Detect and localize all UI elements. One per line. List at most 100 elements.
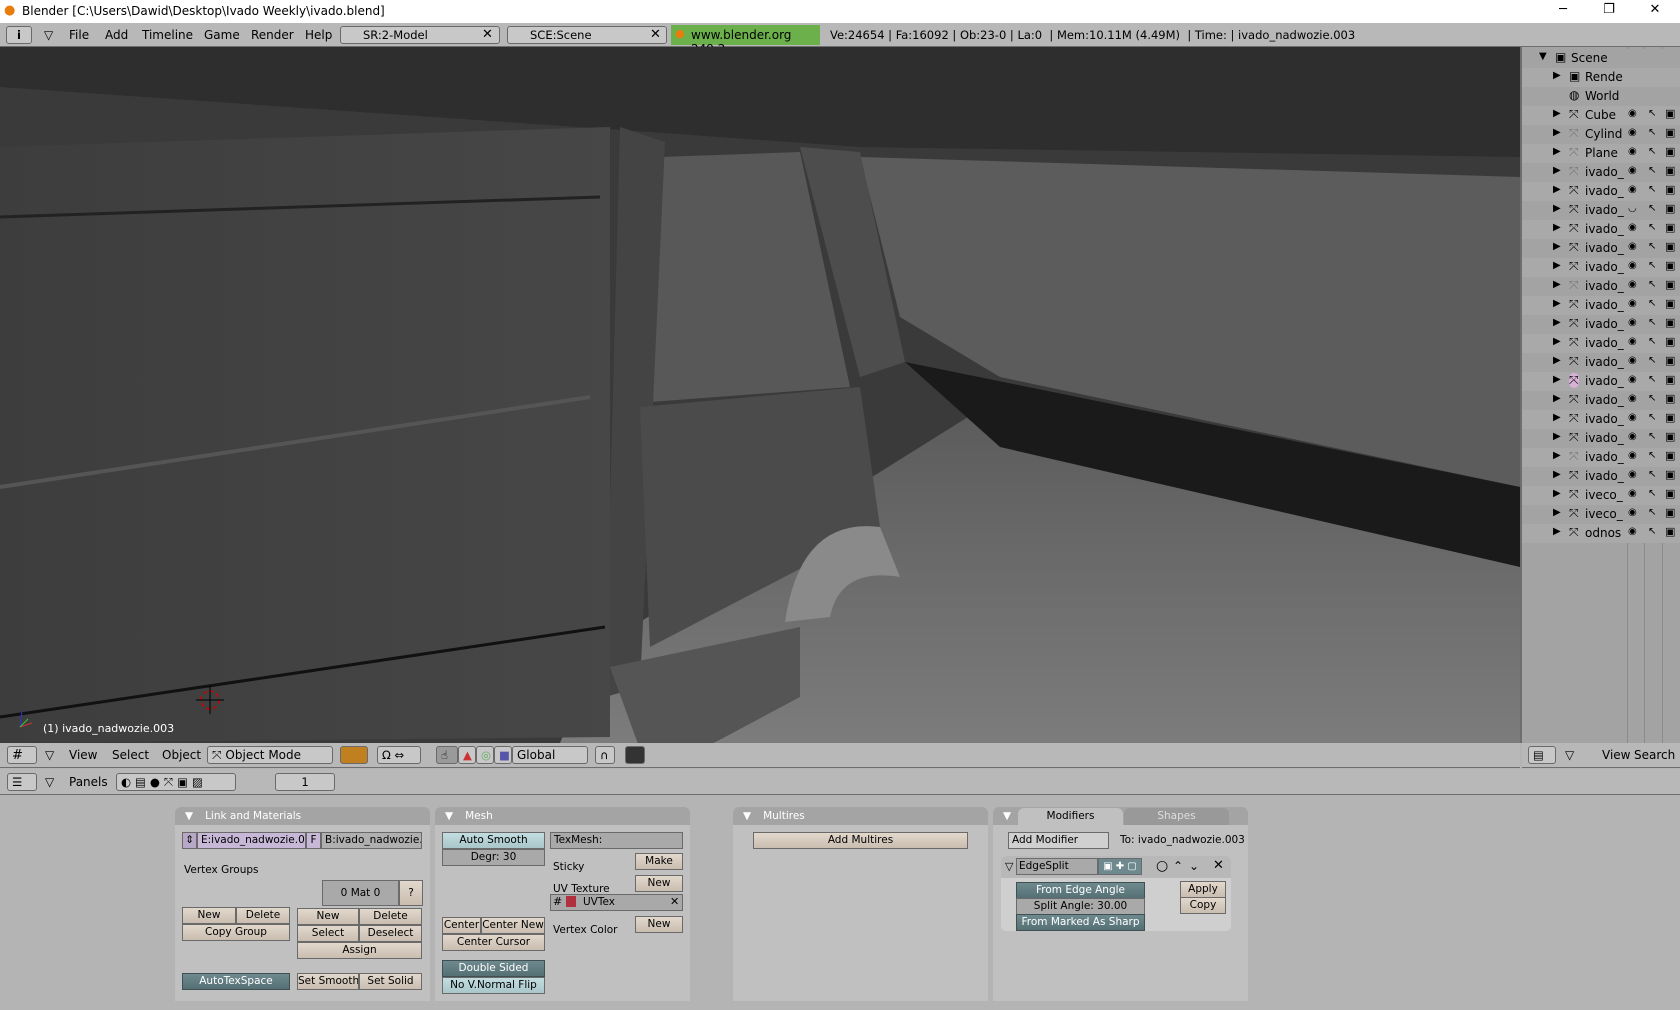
double-sided-toggle[interactable]: Double Sided bbox=[442, 960, 545, 977]
vertex-color-new-button[interactable]: New bbox=[635, 916, 683, 933]
material-delete-button[interactable]: Delete bbox=[359, 908, 422, 925]
move-up-icon[interactable]: ⌃ bbox=[1173, 859, 1183, 873]
eye-icon[interactable]: ◉ bbox=[1628, 184, 1637, 195]
expand-arrow-icon[interactable]: ▶ bbox=[1553, 317, 1561, 328]
outliner-item[interactable]: ▶ ⤧ ivado_ ◉ ↖ ▣ bbox=[1522, 353, 1680, 372]
expand-arrow-icon[interactable]: ▶ bbox=[1553, 469, 1561, 480]
expand-arrow-icon[interactable]: ▶ bbox=[1553, 127, 1561, 138]
copy-group-button[interactable]: Copy Group bbox=[182, 924, 290, 941]
outliner-item[interactable]: ▶ ⤧ ivado_ ◉ ↖ ▣ bbox=[1522, 372, 1680, 391]
expand-arrow-icon[interactable]: ▶ bbox=[1553, 108, 1561, 119]
editor-type-outliner-icon[interactable]: ▤ bbox=[1528, 746, 1556, 764]
render-icon[interactable]: ▣ bbox=[1665, 278, 1675, 291]
expand-arrow-icon[interactable]: ▶ bbox=[1553, 374, 1561, 385]
fake-user-button[interactable]: F bbox=[306, 832, 321, 849]
outliner-item[interactable]: ▶ ⤧ Cylind ◉ ↖ ▣ bbox=[1522, 125, 1680, 144]
vgroup-delete-button[interactable]: Delete bbox=[236, 907, 290, 924]
eye-icon[interactable]: ◉ bbox=[1628, 507, 1637, 518]
select-arrow-icon[interactable]: ↖ bbox=[1648, 450, 1656, 461]
close-button[interactable]: ✕ bbox=[1635, 2, 1675, 17]
center-new-button[interactable]: Center New bbox=[481, 917, 545, 934]
menu-select[interactable]: Select bbox=[112, 748, 149, 762]
object-name-field[interactable]: B:ivado_nadwozie.003 bbox=[321, 832, 422, 849]
outliner-item[interactable]: ▶ ⤧ ivado_ ◉ ↖ ▣ bbox=[1522, 182, 1680, 201]
mesh-browse-button[interactable]: ⇕ bbox=[182, 832, 197, 849]
center-cursor-button[interactable]: Center Cursor bbox=[442, 934, 545, 951]
expand-arrow-icon[interactable]: ▶ bbox=[1553, 507, 1561, 518]
outliner-item[interactable]: ▶ ⤧ Cube ◉ ↖ ▣ bbox=[1522, 106, 1680, 125]
select-arrow-icon[interactable]: ↖ bbox=[1648, 260, 1656, 271]
menu-view[interactable]: View bbox=[1602, 748, 1630, 762]
expand-arrow-icon[interactable]: ▶ bbox=[1553, 260, 1561, 271]
apply-modifier-button[interactable]: Apply bbox=[1180, 881, 1226, 898]
render-icon[interactable]: ▣ bbox=[1665, 449, 1675, 462]
maximize-button[interactable]: ❐ bbox=[1589, 2, 1629, 17]
render-icon[interactable]: ▣ bbox=[1665, 411, 1675, 424]
eye-icon[interactable]: ◉ bbox=[1628, 393, 1637, 404]
outliner-item[interactable]: ▶ ⤧ iveco_ ◉ ↖ ▣ bbox=[1522, 486, 1680, 505]
menu-view[interactable]: View bbox=[69, 748, 97, 762]
collapse-menu-icon[interactable]: ▽ bbox=[44, 28, 53, 42]
select-arrow-icon[interactable]: ↖ bbox=[1648, 507, 1656, 518]
orientation-dropdown[interactable]: Global bbox=[512, 746, 588, 764]
expand-arrow-icon[interactable]: ▶ bbox=[1553, 222, 1561, 233]
select-arrow-icon[interactable]: ↖ bbox=[1648, 488, 1656, 499]
outliner-item[interactable]: ▶ ⤧ ivado_ ◡ ↖ ▣ bbox=[1522, 201, 1680, 220]
outliner-item[interactable]: ▼ ▣ Scene bbox=[1522, 49, 1680, 68]
set-solid-button[interactable]: Set Solid bbox=[359, 973, 422, 990]
menu-file[interactable]: File bbox=[69, 28, 89, 42]
eye-icon[interactable]: ◉ bbox=[1628, 469, 1637, 480]
select-arrow-icon[interactable]: ↖ bbox=[1648, 203, 1656, 214]
outliner-item[interactable]: ▶ ⤧ ivado_ ◉ ↖ ▣ bbox=[1522, 448, 1680, 467]
menu-help[interactable]: Help bbox=[305, 28, 332, 42]
outliner-item[interactable]: ▶ ⤧ ivado_ ◉ ↖ ▣ bbox=[1522, 258, 1680, 277]
render-icon[interactable]: ▣ bbox=[1665, 525, 1675, 538]
eye-icon[interactable]: ◉ bbox=[1628, 450, 1637, 461]
material-assign-button[interactable]: Assign bbox=[297, 942, 422, 959]
outliner-item[interactable]: ▶ ⤧ ivado_ ◉ ↖ ▣ bbox=[1522, 277, 1680, 296]
eye-icon[interactable]: ◉ bbox=[1628, 488, 1637, 499]
editor-type-grid-icon[interactable]: # bbox=[7, 746, 37, 764]
outliner-item[interactable]: ▶ ⤧ ivado_ ◉ ↖ ▣ bbox=[1522, 163, 1680, 182]
select-arrow-icon[interactable]: ↖ bbox=[1648, 336, 1656, 347]
minimize-button[interactable]: ─ bbox=[1543, 2, 1583, 17]
center-button[interactable]: Center bbox=[442, 917, 481, 934]
uvtex-delete-icon[interactable]: ✕ bbox=[670, 895, 679, 908]
manipulator-hand-icon[interactable]: ☝ bbox=[436, 746, 458, 764]
material-index-field[interactable]: 0 Mat 0 bbox=[322, 880, 399, 906]
eye-icon[interactable]: ◉ bbox=[1628, 279, 1637, 290]
frame-number-field[interactable]: 1 bbox=[275, 773, 335, 791]
cage-toggle-icon[interactable]: ○ bbox=[1156, 858, 1168, 874]
expand-arrow-icon[interactable]: ▶ bbox=[1553, 298, 1561, 309]
eye-icon[interactable]: ◉ bbox=[1628, 165, 1637, 176]
eye-icon[interactable]: ◉ bbox=[1628, 412, 1637, 423]
select-arrow-icon[interactable]: ↖ bbox=[1648, 222, 1656, 233]
expand-arrow-icon[interactable]: ▶ bbox=[1553, 355, 1561, 366]
select-arrow-icon[interactable]: ↖ bbox=[1648, 355, 1656, 366]
select-arrow-icon[interactable]: ↖ bbox=[1648, 469, 1656, 480]
panel-header[interactable]: ▼ Multires bbox=[733, 807, 988, 825]
menu-object[interactable]: Object bbox=[162, 748, 201, 762]
outliner-item[interactable]: ▶ ▣ Rende bbox=[1522, 68, 1680, 87]
select-arrow-icon[interactable]: ↖ bbox=[1648, 127, 1656, 138]
hidden-eye-icon[interactable]: ◡ bbox=[1628, 203, 1637, 214]
select-arrow-icon[interactable]: ↖ bbox=[1648, 317, 1656, 328]
remove-modifier-icon[interactable]: ✕ bbox=[1213, 858, 1224, 873]
panel-header[interactable]: ▼ Link and Materials bbox=[175, 807, 430, 825]
copy-modifier-button[interactable]: Copy bbox=[1180, 897, 1226, 914]
eye-icon[interactable]: ◉ bbox=[1628, 336, 1637, 347]
collapse-menu-icon[interactable]: ▽ bbox=[45, 775, 54, 789]
modifier-visibility-icons[interactable]: ▣ ✚ ▢ bbox=[1098, 858, 1142, 875]
collapse-menu-icon[interactable]: ▽ bbox=[1565, 748, 1574, 762]
eye-icon[interactable]: ◉ bbox=[1628, 127, 1637, 138]
menu-search[interactable]: Search bbox=[1634, 748, 1675, 762]
menu-render[interactable]: Render bbox=[251, 28, 294, 42]
render-icon[interactable]: ▣ bbox=[1665, 221, 1675, 234]
select-arrow-icon[interactable]: ↖ bbox=[1648, 108, 1656, 119]
render-icon[interactable]: ▣ bbox=[1665, 126, 1675, 139]
expand-arrow-icon[interactable]: ▶ bbox=[1553, 431, 1561, 442]
autotexspace-toggle[interactable]: AutoTexSpace bbox=[182, 973, 290, 990]
expand-arrow-icon[interactable]: ▶ bbox=[1553, 450, 1561, 461]
mesh-name-field[interactable]: E:ivado_nadwozie.004 bbox=[197, 832, 306, 849]
screen-selector[interactable]: SR:2-Model bbox=[340, 26, 500, 44]
